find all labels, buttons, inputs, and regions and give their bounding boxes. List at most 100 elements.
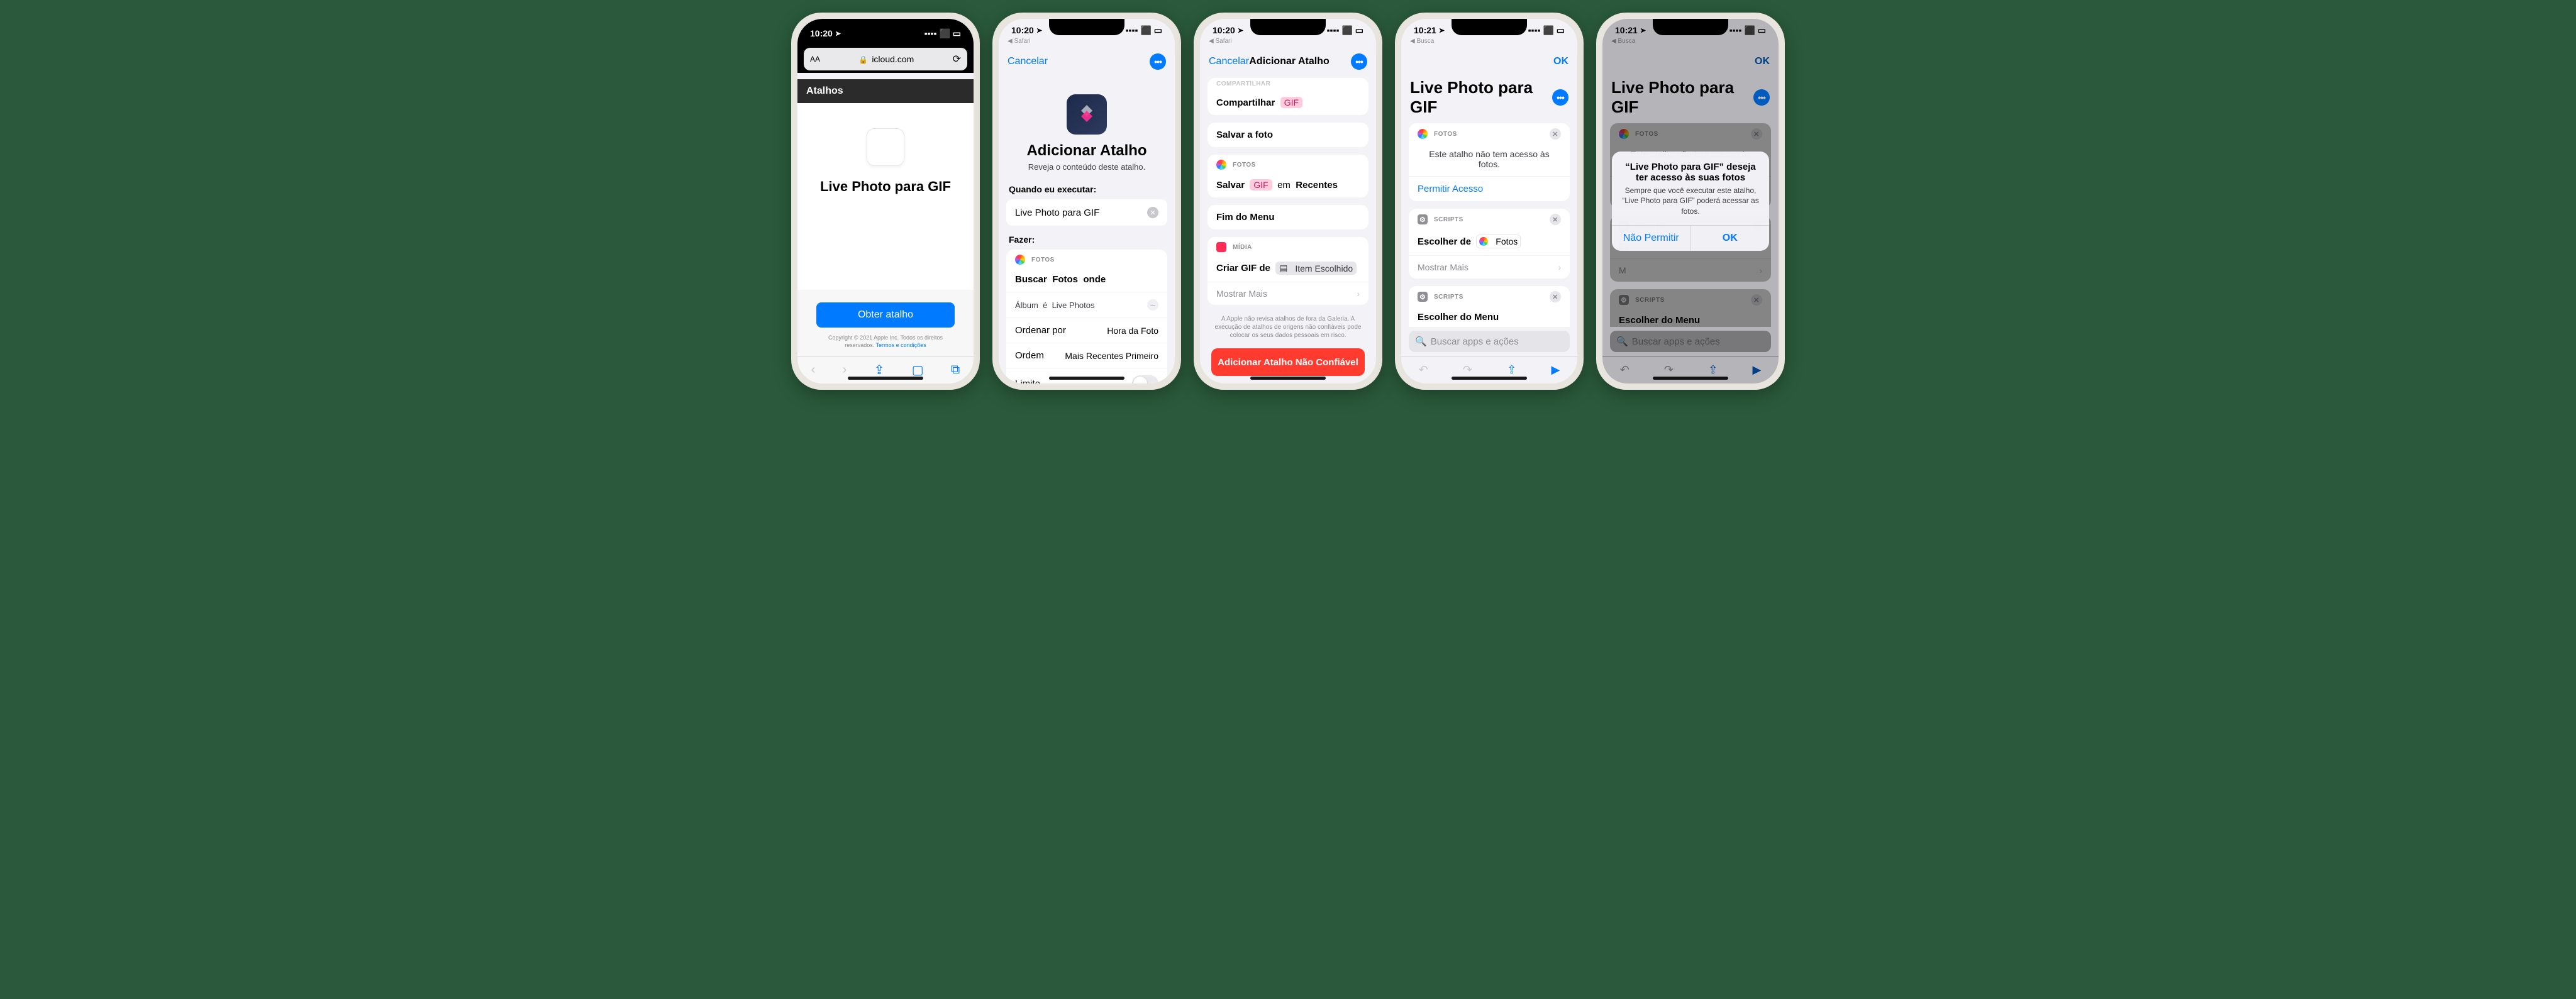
home-indicator[interactable] (1250, 377, 1326, 380)
dont-add-button[interactable]: Não Adicionar (1200, 382, 1376, 384)
close-icon[interactable]: ✕ (1550, 128, 1561, 140)
status-time: 10:20 (1011, 25, 1034, 35)
share-action-row: Compartilhar GIF (1208, 90, 1368, 115)
trust-disclaimer: A Apple não revisa atalhos de fora da Ga… (1200, 312, 1376, 342)
photos-icon (1418, 129, 1428, 139)
undo-icon[interactable]: ↶ (1419, 363, 1428, 377)
action-card-share: COMPARTILHAR Compartilhar GIF (1208, 78, 1368, 115)
terms-link[interactable]: Termos e condições (876, 342, 926, 348)
when-label: Quando eu executar: (999, 184, 1175, 199)
more-icon[interactable]: ••• (1351, 53, 1367, 70)
more-icon[interactable]: ••• (1150, 53, 1166, 70)
chosen-item-variable[interactable]: ▤ Item Escolhido (1275, 262, 1357, 275)
clear-icon[interactable]: ✕ (1147, 207, 1158, 218)
status-icons: ▪▪▪▪ ⬛ ▭ (1126, 25, 1162, 36)
action-row: Buscar Fotos onde (1006, 267, 1167, 292)
media-icon (1216, 242, 1226, 252)
shortcut-preview-icon (867, 128, 904, 166)
status-icons: ▪▪▪▪ ⬛ ▭ (1528, 25, 1565, 36)
save-action-row: Salvar GIF em Recentes (1208, 172, 1368, 197)
gif-variable[interactable]: GIF (1250, 179, 1272, 190)
shortcut-name-input[interactable]: Live Photo para GIF ✕ (1006, 199, 1167, 226)
create-gif-row: Criar GIF de ▤ Item Escolhido (1208, 255, 1368, 282)
cancel-button[interactable]: Cancelar (1209, 56, 1249, 67)
home-indicator[interactable] (848, 377, 923, 380)
play-icon[interactable]: ▶ (1552, 363, 1560, 377)
menu-item-card: Salvar a foto (1208, 123, 1368, 147)
get-shortcut-button[interactable]: Obter atalho (816, 302, 955, 328)
search-icon: 🔍 (1415, 336, 1427, 347)
limit-row[interactable]: Limite (1006, 368, 1167, 384)
show-more-row[interactable]: Mostrar Mais› (1208, 282, 1368, 305)
sheet-subtitle: Reveja o conteúdo deste atalho. (999, 162, 1175, 172)
shortcuts-app-icon (1067, 94, 1107, 135)
phone-2: 10:20➤ ▪▪▪▪ ⬛ ▭ ◀ Safari Cancelar ••• Ad… (992, 13, 1181, 390)
allow-access-button[interactable]: Permitir Acesso (1409, 176, 1570, 201)
action-card-save-photo: FOTOS Salvar GIF em Recentes (1208, 155, 1368, 197)
limit-toggle[interactable] (1132, 375, 1158, 384)
chevron-right-icon: › (1357, 289, 1360, 299)
back-icon[interactable]: ‹ (811, 363, 816, 377)
add-untrusted-button[interactable]: Adicionar Atalho Não Confiável (1211, 348, 1365, 376)
alert-ok-button[interactable]: OK (1690, 226, 1770, 251)
gear-icon: ⚙ (1418, 292, 1428, 302)
url-domain: icloud.com (872, 54, 914, 64)
tabs-icon[interactable]: ⧉ (951, 363, 960, 377)
breadcrumb-safari[interactable]: ◀ Safari (1008, 38, 1031, 45)
location-icon: ➤ (1036, 26, 1042, 35)
action-card-fotos: FOTOS✕ Este atalho não tem acesso às fot… (1409, 123, 1570, 201)
breadcrumb-safari[interactable]: ◀ Safari (1209, 38, 1232, 45)
more-icon[interactable]: ••• (1552, 89, 1568, 106)
shortcut-title: Live Photo para GIF (820, 179, 951, 195)
filter-row[interactable]: Álbum é Live Photos – (1006, 292, 1167, 317)
bookmarks-icon[interactable]: ▢ (912, 362, 924, 378)
phone-3: 10:20➤ ▪▪▪▪ ⬛ ▭ ◀ Safari Cancelar Adicio… (1194, 13, 1382, 390)
breadcrumb-busca[interactable]: ◀ Busca (1410, 38, 1434, 45)
ok-button[interactable]: OK (1531, 56, 1568, 67)
notch (1452, 19, 1527, 35)
order-row[interactable]: OrdemMais Recentes Primeiro (1006, 343, 1167, 368)
page-header: Atalhos (797, 79, 974, 103)
share-icon[interactable]: ⇪ (1507, 363, 1516, 377)
status-time: 10:20 (810, 28, 833, 38)
chevron-right-icon: › (1558, 262, 1561, 272)
share-icon[interactable]: ⇪ (874, 362, 885, 378)
action-card-fotos: FOTOS Buscar Fotos onde Álbum é Live Pho… (1006, 250, 1167, 384)
phone-1: 10:20➤ ▪▪▪▪ ⬛ ▭ AA 🔒icloud.com ⟳ Atalhos… (791, 13, 980, 390)
location-icon: ➤ (1238, 26, 1243, 35)
notch (1049, 19, 1124, 35)
gif-variable[interactable]: GIF (1280, 97, 1302, 108)
home-indicator[interactable] (1049, 377, 1124, 380)
home-indicator[interactable] (1452, 377, 1527, 380)
remove-filter-icon[interactable]: – (1147, 299, 1158, 311)
alert-deny-button[interactable]: Não Permitir (1612, 226, 1690, 251)
reload-icon[interactable]: ⟳ (953, 53, 961, 65)
shortcut-name-value: Live Photo para GIF (1015, 207, 1099, 218)
photos-variable[interactable]: Fotos (1476, 235, 1521, 248)
action-card-choose-menu: ⚙SCRIPTS✕ Escolher do Menu Textoopcional… (1409, 286, 1570, 327)
sort-by-row[interactable]: Ordenar porHora da Foto (1006, 317, 1167, 343)
phone-5: 10:21➤ ▪▪▪▪ ⬛ ▭ ◀ Busca OK Live Photo pa… (1596, 13, 1785, 390)
search-input[interactable]: 🔍Buscar apps e ações (1409, 331, 1570, 352)
close-icon[interactable]: ✕ (1550, 291, 1561, 302)
close-icon[interactable]: ✕ (1550, 214, 1561, 225)
do-label: Fazer: (999, 235, 1175, 250)
sheet-title: Adicionar Atalho (999, 142, 1175, 160)
show-more-row[interactable]: Mostrar Mais› (1409, 255, 1570, 279)
photos-icon (1216, 160, 1226, 170)
shortcut-title: Live Photo para GIF (1410, 78, 1547, 117)
cancel-button[interactable]: Cancelar (1008, 56, 1048, 67)
alert-title: “Live Photo para GIF” deseja ter acesso … (1612, 152, 1769, 185)
phone-4: 10:21➤ ▪▪▪▪ ⬛ ▭ ◀ Busca OK Live Photo pa… (1395, 13, 1584, 390)
alert-message: Sempre que você executar este atalho, “L… (1612, 185, 1769, 225)
safari-url-bar[interactable]: AA 🔒icloud.com ⟳ (804, 48, 967, 70)
gear-icon: ⚙ (1418, 214, 1428, 224)
status-time: 10:20 (1213, 25, 1235, 35)
redo-icon[interactable]: ↷ (1463, 363, 1472, 377)
forward-icon: › (843, 363, 847, 377)
notch (848, 19, 923, 35)
text-size-icon[interactable]: AA (810, 55, 820, 63)
menu-icon: ▤ (1279, 263, 1287, 273)
location-icon: ➤ (835, 30, 841, 38)
status-icons: ▪▪▪▪ ⬛ ▭ (924, 28, 961, 39)
